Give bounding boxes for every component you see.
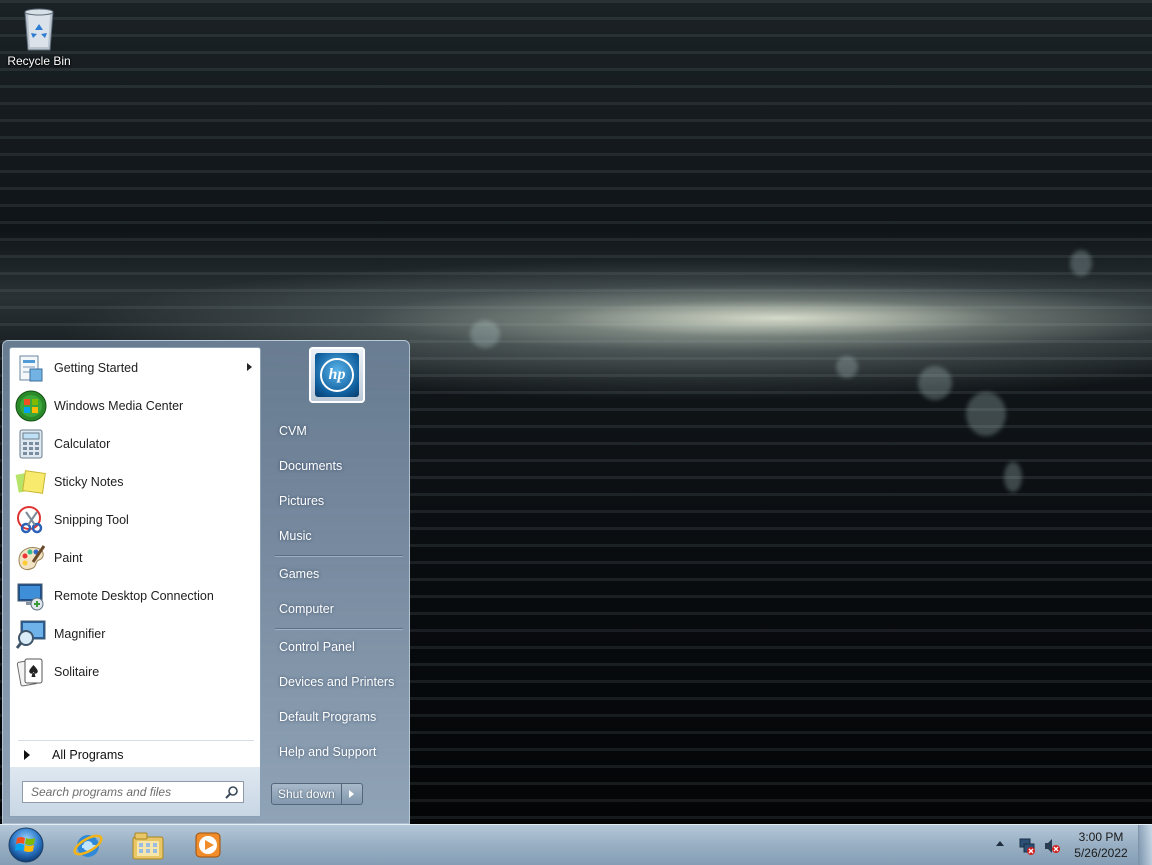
taskbar-windows-explorer[interactable] [120, 827, 176, 863]
place-music[interactable]: Music [271, 523, 403, 549]
solitaire-icon [14, 655, 48, 689]
submenu-arrow-icon[interactable] [247, 363, 252, 371]
taskbar-windows-media-player[interactable] [180, 827, 236, 863]
program-label: Snipping Tool [54, 513, 129, 527]
paint-icon [14, 541, 48, 575]
programs-separator [18, 740, 254, 741]
program-label: Magnifier [54, 627, 106, 641]
remote-desktop-icon [14, 579, 48, 613]
start-menu: Getting Started Windows Media Center Cal… [2, 340, 410, 824]
getting-started-icon [14, 351, 48, 385]
places-separator [275, 555, 403, 556]
windows-media-center-icon [14, 389, 48, 423]
taskbar: 3:00 PM 5/26/2022 [0, 824, 1152, 865]
shutdown-control: Shut down [271, 783, 363, 805]
user-picture[interactable]: hp [309, 347, 365, 403]
start-menu-places-pane: hp CVM Documents Pictures Music Games Co… [265, 341, 409, 825]
search-input[interactable] [23, 782, 219, 802]
recycle-bin[interactable]: Recycle Bin [6, 6, 72, 68]
program-label: Solitaire [54, 665, 100, 679]
recycle-bin-label: Recycle Bin [7, 54, 71, 68]
program-label: Remote Desktop Connection [54, 589, 214, 603]
search-area [9, 767, 261, 817]
start-menu-programs-pane: Getting Started Windows Media Center Cal… [9, 347, 261, 767]
program-getting-started[interactable]: Getting Started [14, 350, 258, 386]
program-label: Windows Media Center [54, 399, 184, 413]
place-control-panel[interactable]: Control Panel [271, 634, 403, 660]
wallpaper-bokeh [836, 356, 858, 378]
show-hidden-icons-button[interactable] [996, 841, 1004, 846]
taskbar-internet-explorer[interactable] [60, 827, 116, 863]
sticky-notes-icon [14, 465, 48, 499]
recycle-bin-icon [24, 8, 54, 51]
program-sticky-notes[interactable]: Sticky Notes [14, 464, 258, 500]
hp-logo-text: hp [320, 358, 354, 392]
magnifier-icon [14, 617, 48, 651]
place-default-programs[interactable]: Default Programs [271, 704, 403, 730]
clock-time: 3:00 PM [1078, 830, 1124, 844]
chevron-right-icon [349, 790, 355, 798]
volume-muted-icon[interactable] [1043, 837, 1061, 855]
clock-date: 5/26/2022 [1074, 846, 1128, 860]
program-label: Paint [54, 551, 83, 565]
wallpaper-bokeh [966, 392, 1006, 436]
windows-media-player-icon [195, 832, 221, 858]
place-cvm[interactable]: CVM [271, 418, 403, 444]
calculator-icon [14, 427, 48, 461]
program-label: Calculator [54, 437, 111, 451]
start-button[interactable] [4, 825, 48, 865]
shutdown-options-button[interactable] [341, 783, 363, 805]
network-icon[interactable] [1018, 837, 1036, 855]
search-box[interactable] [22, 781, 244, 803]
internet-explorer-icon [73, 834, 103, 857]
place-games[interactable]: Games [271, 561, 403, 587]
wallpaper-bokeh [1070, 250, 1092, 276]
place-documents[interactable]: Documents [271, 453, 403, 479]
places-separator [275, 628, 403, 629]
program-remote-desktop-connection[interactable]: Remote Desktop Connection [14, 578, 258, 614]
all-programs-button[interactable]: All Programs [18, 744, 254, 766]
windows-explorer-icon [132, 832, 164, 860]
program-magnifier[interactable]: Magnifier [14, 616, 258, 652]
place-devices-and-printers[interactable]: Devices and Printers [271, 669, 403, 695]
place-pictures[interactable]: Pictures [271, 488, 403, 514]
program-calculator[interactable]: Calculator [14, 426, 258, 462]
show-desktop-button[interactable] [1138, 825, 1152, 865]
shutdown-button[interactable]: Shut down [271, 783, 342, 805]
program-solitaire[interactable]: Solitaire [14, 654, 258, 690]
wallpaper-bokeh [470, 320, 500, 348]
program-label: Sticky Notes [54, 475, 124, 489]
wallpaper-bokeh [918, 366, 952, 400]
snipping-tool-icon [14, 503, 48, 537]
wallpaper-bokeh [1004, 462, 1022, 492]
all-programs-arrow-icon [24, 750, 30, 760]
place-computer[interactable]: Computer [271, 596, 403, 622]
program-label: Getting Started [54, 361, 139, 375]
program-paint[interactable]: Paint [14, 540, 258, 576]
search-icon[interactable] [225, 785, 239, 802]
program-windows-media-center[interactable]: Windows Media Center [14, 388, 258, 424]
taskbar-clock[interactable]: 3:00 PM 5/26/2022 [1068, 829, 1134, 861]
all-programs-label: All Programs [52, 748, 124, 762]
place-help-and-support[interactable]: Help and Support [271, 739, 403, 765]
program-snipping-tool[interactable]: Snipping Tool [14, 502, 258, 538]
windows-orb-icon [8, 827, 44, 863]
hp-logo-icon: hp [315, 353, 359, 397]
